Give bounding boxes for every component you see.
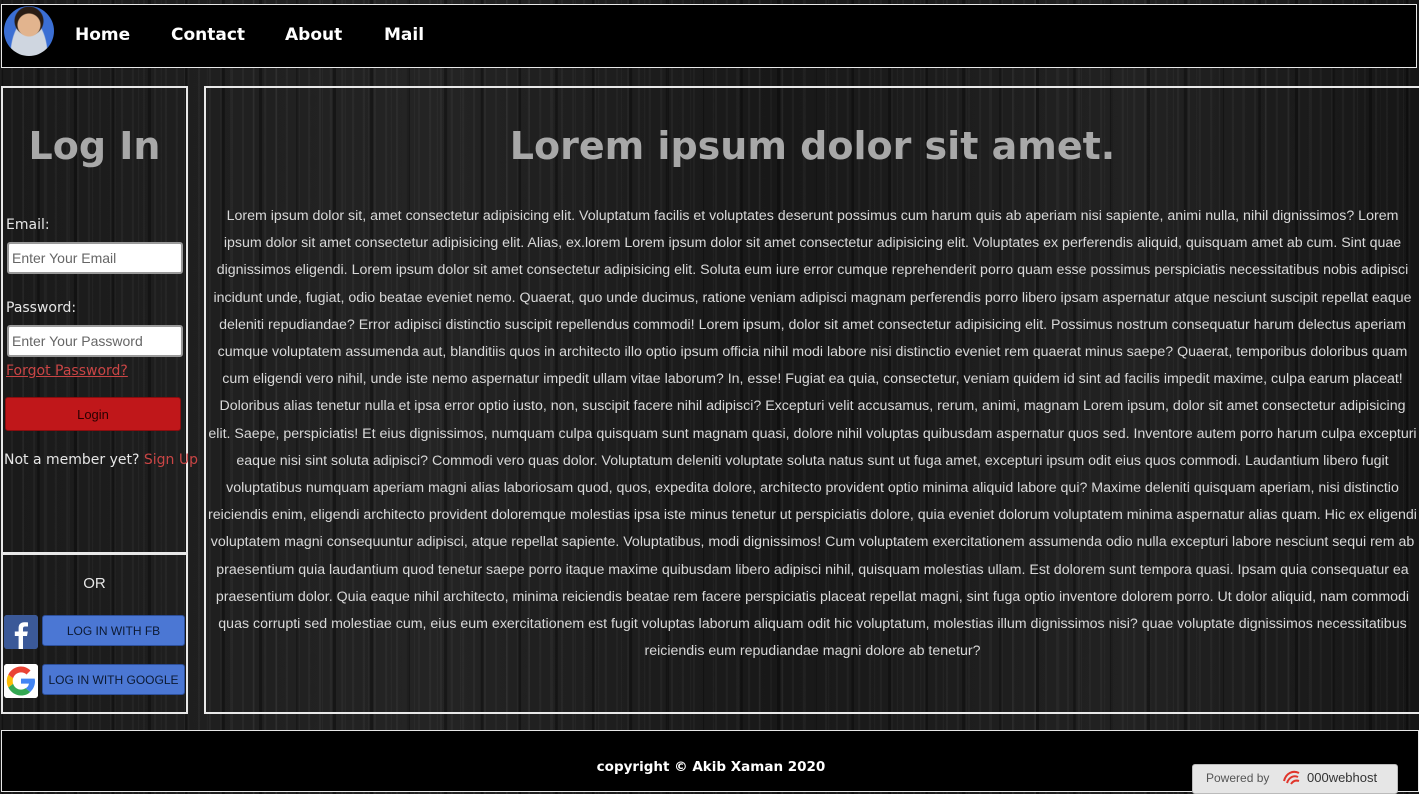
signup-link[interactable]: Sign Up (144, 452, 198, 468)
nav-home-link[interactable]: Home (75, 25, 130, 45)
login-button[interactable]: Login (5, 397, 181, 431)
signup-prompt: Not a member yet? Sign Up (4, 452, 198, 468)
nav-about-link[interactable]: About (285, 25, 342, 45)
login-panel: Log In Email: Password: Forgot Password?… (1, 86, 198, 554)
main-body-text: Lorem ipsum dolor sit, amet consectetur … (208, 208, 1417, 660)
main-title: Lorem ipsum dolor sit amet. (509, 124, 1116, 168)
host-name-text: 000webhost (1307, 770, 1378, 785)
forgot-password-link[interactable]: Forgot Password? (6, 363, 128, 379)
facebook-login-button[interactable]: LOG IN WITH FB (42, 615, 185, 646)
google-login-button[interactable]: LOG IN WITH GOOGLE (42, 664, 185, 695)
not-member-text: Not a member yet? (4, 452, 140, 468)
password-label: Password: (6, 300, 77, 316)
or-divider-text: OR (83, 575, 106, 592)
powered-by-text: Powered by (1206, 771, 1270, 785)
social-login-panel: OR LOG IN WITH FB LOG IN WITH GOOGLE (1, 553, 188, 714)
password-input[interactable] (7, 325, 183, 357)
000webhost-logo-icon (1281, 767, 1305, 787)
login-title: Log In (28, 124, 161, 168)
navbar: Home Contact About Mail (1, 4, 1417, 68)
nav-contact-link[interactable]: Contact (171, 25, 245, 45)
facebook-icon[interactable] (4, 615, 38, 649)
email-input[interactable] (7, 242, 183, 274)
profile-avatar (4, 6, 54, 56)
main-content-panel: Lorem ipsum dolor sit amet. Lorem ipsum … (204, 86, 1419, 714)
google-icon[interactable] (4, 664, 38, 698)
email-label: Email: (6, 217, 50, 233)
nav-mail-link[interactable]: Mail (384, 25, 424, 45)
